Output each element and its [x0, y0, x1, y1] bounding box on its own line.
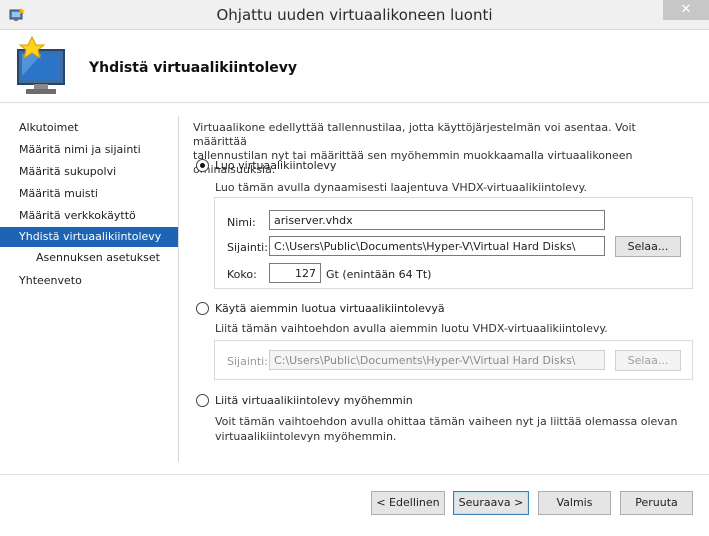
size-unit-label: Gt (enintään 64 Tt) — [326, 268, 432, 281]
radio-attach-later[interactable]: Liitä virtuaalikiintolevy myöhemmin — [196, 394, 413, 407]
sidebar-item-installation-options[interactable]: Asennuksen asetukset — [0, 248, 178, 268]
create-vhd-description: Luo tämän avulla dynaamisesti laajentuva… — [215, 181, 588, 194]
radio-use-existing-label[interactable]: Käytä aiemmin luotua virtuaalikiintolevy… — [215, 302, 445, 315]
radio-create-vhd-label[interactable]: Luo virtuaalikiintolevy — [215, 159, 336, 172]
browse-button[interactable]: Selaa... — [615, 236, 681, 257]
radio-button-unchecked[interactable] — [196, 302, 209, 315]
sidebar-item-summary[interactable]: Yhteenveto — [0, 271, 178, 291]
create-vhd-group: Nimi: Sijainti: Selaa... Koko: Gt (enint… — [214, 197, 693, 289]
radio-button-checked[interactable] — [196, 159, 209, 172]
sidebar-item-networking[interactable]: Määritä verkkokäyttö — [0, 206, 178, 226]
wizard-header: Yhdistä virtuaalikiintolevy — [0, 31, 709, 103]
previous-button[interactable]: < Edellinen — [371, 491, 445, 515]
finish-button[interactable]: Valmis — [538, 491, 611, 515]
sidebar-item-connect-vhd[interactable]: Yhdistä virtuaalikiintolevy — [0, 227, 178, 247]
cancel-button[interactable]: Peruuta — [620, 491, 693, 515]
vhd-size-input[interactable] — [269, 263, 321, 283]
sidebar-item-memory[interactable]: Määritä muisti — [0, 184, 178, 204]
vhd-location-input[interactable] — [269, 236, 605, 256]
attach-later-description-line-2: virtuaalikiintolevyn myöhemmin. — [215, 430, 397, 443]
next-button[interactable]: Seuraava > — [453, 491, 529, 515]
radio-create-vhd[interactable]: Luo virtuaalikiintolevy — [196, 159, 336, 172]
intro-line-1: Virtuaalikone edellyttää tallennustilaa,… — [193, 121, 636, 148]
page-title: Yhdistä virtuaalikiintolevy — [89, 60, 297, 76]
new-virtual-machine-icon — [17, 36, 65, 94]
use-existing-description: Liitä tämän vaihtoehdon avulla aiemmin l… — [215, 322, 608, 335]
footer-divider — [0, 474, 709, 475]
close-button[interactable]: ✕ — [663, 0, 709, 20]
existing-location-label: Sijainti: — [227, 355, 268, 368]
window-title: Ohjattu uuden virtuaalikoneen luonti — [216, 6, 493, 24]
existing-browse-button[interactable]: Selaa... — [615, 350, 681, 371]
vhd-name-input[interactable] — [269, 210, 605, 230]
attach-later-description: Voit tämän vaihtoehdon avulla ohittaa tä… — [215, 414, 695, 444]
sidebar-divider — [178, 116, 179, 462]
title-bar: Ohjattu uuden virtuaalikoneen luonti ✕ — [0, 0, 709, 30]
use-existing-group: Sijainti: Selaa... — [214, 340, 693, 380]
existing-location-input[interactable] — [269, 350, 605, 370]
attach-later-description-line-1: Voit tämän vaihtoehdon avulla ohittaa tä… — [215, 415, 678, 428]
sidebar-item-generation[interactable]: Määritä sukupolvi — [0, 162, 178, 182]
wizard-steps-sidebar: Alkutoimet Määritä nimi ja sijainti Määr… — [0, 104, 178, 464]
name-label: Nimi: — [227, 216, 256, 229]
radio-button-unchecked[interactable] — [196, 394, 209, 407]
sidebar-item-name-location[interactable]: Määritä nimi ja sijainti — [0, 140, 178, 160]
radio-attach-later-label[interactable]: Liitä virtuaalikiintolevy myöhemmin — [215, 394, 413, 407]
radio-use-existing-vhd[interactable]: Käytä aiemmin luotua virtuaalikiintolevy… — [196, 302, 445, 315]
sidebar-item-alkutoimet[interactable]: Alkutoimet — [0, 118, 178, 138]
size-label: Koko: — [227, 268, 257, 281]
main-content: Virtuaalikone edellyttää tallennustilaa,… — [193, 104, 703, 474]
location-label: Sijainti: — [227, 241, 268, 254]
